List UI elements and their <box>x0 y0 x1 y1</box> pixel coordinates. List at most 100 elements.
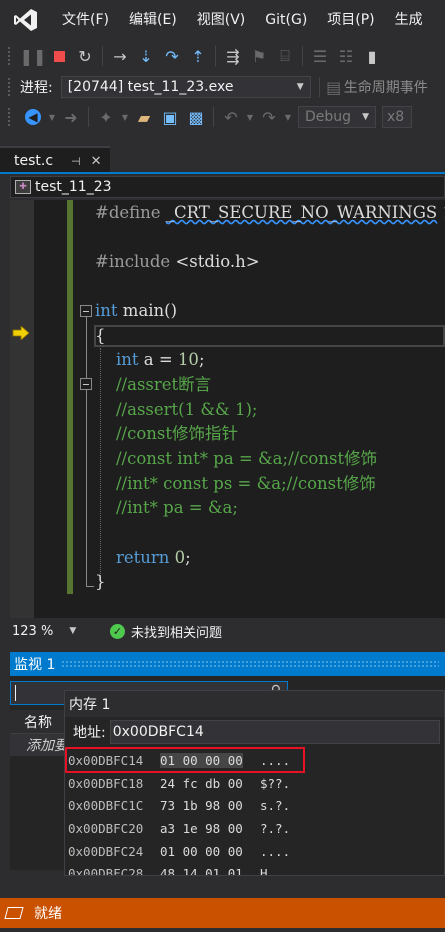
row-bytes: 73 1b 98 00 <box>160 798 243 814</box>
column-name-header[interactable]: 名称 <box>24 712 52 732</box>
menu-edit[interactable]: 编辑(E) <box>119 0 187 40</box>
row-address: 0x00DBFC28 <box>68 866 144 876</box>
scope-dropdown[interactable]: test_11_23 <box>35 179 112 195</box>
stop-icon[interactable] <box>46 44 72 68</box>
row-ascii: $??. <box>260 775 291 791</box>
menu-view[interactable]: 视图(V) <box>187 0 256 40</box>
issues-text: 未找到相关问题 <box>131 625 223 641</box>
step-over-icon[interactable]: ↷ <box>159 44 185 68</box>
row-bytes: a3 1e 98 00 <box>160 820 243 836</box>
configuration-value: Debug <box>305 109 352 125</box>
code-line-7: int a = 10; <box>115 350 205 369</box>
navigate-back-icon[interactable]: ◀ <box>20 105 46 129</box>
row-address: 0x00DBFC1C <box>68 798 144 814</box>
collapse-comments-icon[interactable] <box>80 378 92 390</box>
code-line-1: #define _CRT_SECURE_NO_WARNINGS 1 <box>95 203 445 222</box>
chevron-down-icon[interactable]: ▼ <box>244 105 256 129</box>
code-line-3: #include <stdio.h> <box>95 252 260 271</box>
row-address: 0x00DBFC18 <box>68 775 144 791</box>
platform-dropdown[interactable]: x8 <box>382 106 412 128</box>
process-toolbar: 进程: [20744] test_11_23.exe ▼ ▤ 生命周期事件 <box>0 72 445 102</box>
redo-icon[interactable]: ↷ <box>256 105 282 129</box>
toolbar-separator <box>213 107 214 127</box>
watch-window-title[interactable]: 监视 1 <box>10 652 445 676</box>
save-icon[interactable]: ▣ <box>157 105 183 129</box>
row-address: 0x00DBFC20 <box>68 820 144 836</box>
pause-icon[interactable]: ❚❚ <box>20 44 47 68</box>
address-label: 地址: <box>73 725 106 741</box>
step-into-icon[interactable]: ⇣ <box>133 44 159 68</box>
row-bytes: 01 00 00 00 <box>160 843 243 859</box>
hex-display-icon[interactable]: ⇶ <box>220 44 246 68</box>
configuration-dropdown[interactable]: Debug ▼ <box>298 106 376 128</box>
toolbar-grip[interactable] <box>8 47 12 65</box>
pin-icon[interactable]: ⊣ <box>71 155 81 168</box>
row-ascii: s.?. <box>260 798 291 814</box>
toolbar-separator <box>215 46 216 66</box>
toolbar-grip[interactable] <box>8 108 12 126</box>
chevron-down-icon[interactable]: ▼ <box>119 105 131 129</box>
text-caret <box>15 685 16 701</box>
highlight-annotation-box <box>65 747 305 773</box>
toolbar-separator <box>102 46 103 66</box>
navigate-forward-icon[interactable]: ➜ <box>58 105 84 129</box>
code-line-9: //assert(1 && 1); <box>115 400 258 419</box>
row-ascii: H... <box>260 866 291 876</box>
visual-studio-logo-icon[interactable] <box>0 0 52 40</box>
status-bar: 就绪 <box>0 898 445 928</box>
code-line-6: { <box>95 326 106 345</box>
new-project-icon[interactable]: ✦ <box>93 105 119 129</box>
address-value: 0x00DBFC14 <box>112 724 204 740</box>
show-next-statement-icon[interactable]: → <box>107 44 133 68</box>
close-icon[interactable]: ✕ <box>91 154 102 169</box>
toolbar-grip[interactable] <box>8 78 12 96</box>
collapse-main-icon[interactable] <box>80 305 92 317</box>
ready-icon <box>4 907 24 919</box>
menu-git[interactable]: Git(G) <box>255 0 317 40</box>
process-label: 进程: <box>20 80 53 96</box>
debug-toolbar: ❚❚ ↻ → ⇣ ↷ ⇡ ⇶ ⚑ ⌸ ☰ ☷ ▮ <box>0 40 445 72</box>
chevron-down-icon: ▼ <box>296 82 304 92</box>
zoom-dropdown[interactable]: 123 % ▼ <box>10 620 82 642</box>
menu-build[interactable]: 生成 <box>385 0 433 40</box>
outline-line <box>86 390 87 586</box>
thread-icon[interactable]: ⚑ <box>246 44 272 68</box>
memory-window-title[interactable]: 内存 1 <box>65 691 444 717</box>
save-all-icon[interactable]: ▩ <box>183 105 209 129</box>
lifecycle-events-label[interactable]: 生命周期事件 <box>344 77 428 97</box>
code-editor[interactable]: #define _CRT_SECURE_NO_WARNINGS 1 #inclu… <box>10 200 445 618</box>
menu-project[interactable]: 项目(P) <box>317 0 384 40</box>
comment-icon[interactable]: ☰ <box>307 44 333 68</box>
breakpoint-margin[interactable] <box>10 200 34 618</box>
issues-indicator[interactable]: ✓ 未找到相关问题 <box>110 622 222 641</box>
open-file-icon[interactable]: ▰ <box>131 105 157 129</box>
restart-icon[interactable]: ↻ <box>72 44 98 68</box>
toolbar-separator <box>302 46 303 66</box>
memory-row: 0x00DBFC18 24 fc db 00 $??. <box>65 772 444 795</box>
menu-file[interactable]: 文件(F) <box>52 0 119 40</box>
code-line-11: //const int* pa = &a;//const修饰 <box>115 449 378 468</box>
chevron-down-icon[interactable]: ▼ <box>46 105 58 129</box>
chevron-down-icon[interactable]: ▼ <box>282 105 294 129</box>
code-line-5: int main() <box>95 301 178 320</box>
editor-status-bar: 123 % ▼ ✓ 未找到相关问题 <box>10 619 445 643</box>
current-line-highlight <box>94 325 445 347</box>
navigation-bar[interactable]: ✚ test_11_23 <box>10 176 445 198</box>
row-bytes: 48 14 01 01 <box>160 866 243 876</box>
stack-frame-icon[interactable]: ⌸ <box>272 44 298 68</box>
watch-title-text: 监视 1 <box>14 657 56 673</box>
tab-test-c[interactable]: test.c ⊣ ✕ <box>0 146 110 174</box>
row-address: 0x00DBFC24 <box>68 843 144 859</box>
code-line-10: //const修饰指针 <box>115 424 239 443</box>
uncomment-icon[interactable]: ☷ <box>333 44 359 68</box>
outline-line <box>86 317 87 378</box>
address-input[interactable]: 0x00DBFC14 <box>109 720 440 744</box>
memory-address-bar: 地址: 0x00DBFC14 <box>65 717 444 747</box>
process-dropdown[interactable]: [20744] test_11_23.exe ▼ <box>60 76 311 98</box>
lifecycle-events-icon[interactable]: ▤ <box>324 75 344 99</box>
toolbar-separator <box>88 107 89 127</box>
undo-icon[interactable]: ↶ <box>218 105 244 129</box>
step-out-icon[interactable]: ⇡ <box>185 44 211 68</box>
title-grip <box>61 660 439 668</box>
bookmark-icon[interactable]: ▮ <box>359 44 385 68</box>
